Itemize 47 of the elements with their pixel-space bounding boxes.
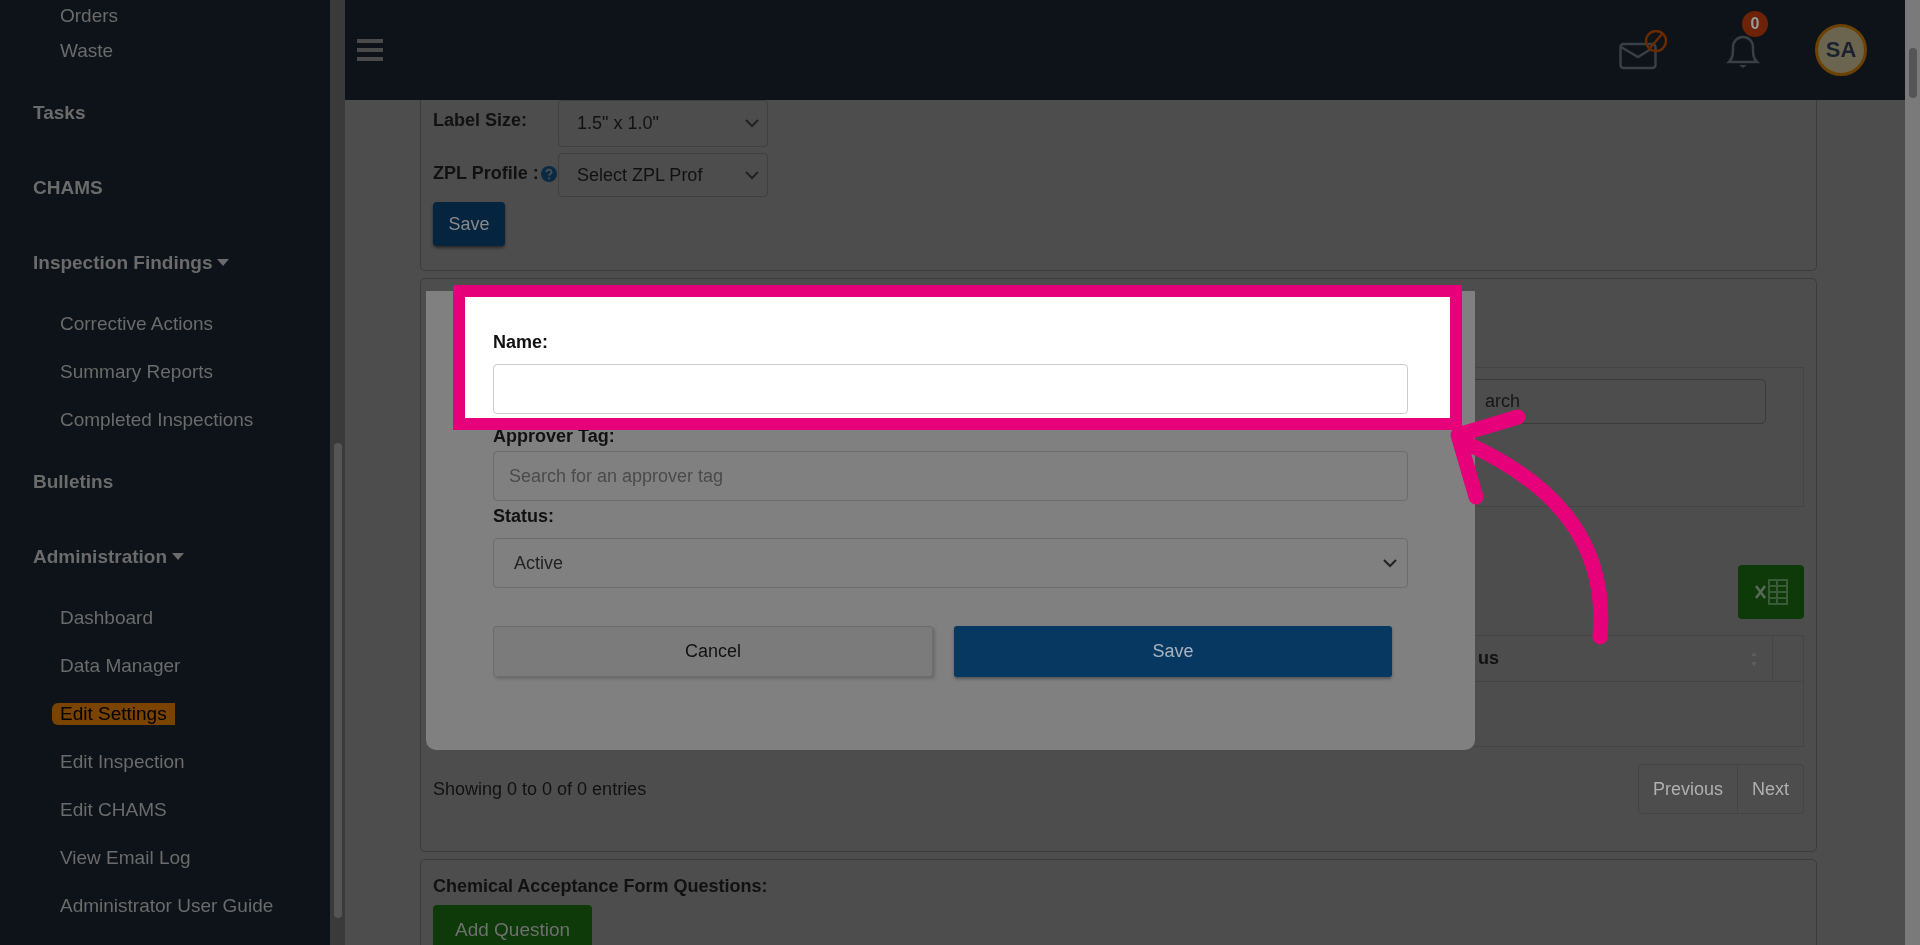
field-label: ZPL Profile : [433, 163, 539, 184]
caret-icon [172, 553, 185, 560]
add-question-button[interactable]: Add Question [433, 905, 593, 945]
sidebar-item[interactable]: Administration [33, 545, 168, 568]
save-button[interactable]: Save [433, 202, 505, 246]
sidebar-item[interactable]: Waste [52, 40, 122, 62]
sidebar-item[interactable]: Orders [52, 5, 127, 27]
scrollbar[interactable] [1905, 0, 1920, 945]
scrollbar[interactable] [330, 0, 345, 945]
sidebar-item[interactable]: Corrective Actions [52, 313, 222, 335]
save-button[interactable]: Save [954, 626, 1392, 677]
sidebar-item[interactable]: Administrator User Guide [52, 895, 282, 917]
sidebar-item[interactable]: Edit Inspection [52, 751, 193, 773]
sidebar-item[interactable]: Inspection Findings [33, 251, 213, 274]
caret-icon [217, 259, 230, 266]
chevron-down-icon [1383, 558, 1397, 568]
menu-icon[interactable] [355, 38, 385, 62]
select-field[interactable]: 1.5" x 1.0" [558, 100, 768, 147]
entries-info: Showing 0 to 0 of 0 entries [433, 778, 648, 800]
user-avatar[interactable]: SA [1815, 24, 1867, 76]
help-icon [540, 165, 557, 182]
sidebar-item[interactable]: Data Manager [52, 655, 189, 677]
select-field[interactable]: Select ZPL Prof [558, 153, 768, 197]
mail-icon[interactable] [1619, 30, 1667, 70]
pagination-button[interactable]: Next [1737, 765, 1803, 813]
column-header[interactable]: us [1478, 648, 1499, 669]
field-label: Name: [493, 332, 550, 354]
sidebar-item[interactable]: Edit CHAMS [52, 799, 175, 821]
excel-export-button[interactable] [1738, 565, 1804, 619]
section-title: Chemical Acceptance Form Questions: [433, 876, 769, 897]
sidebar-item[interactable]: Edit Settings [52, 703, 175, 725]
field-label: Label Size: [433, 110, 528, 131]
spreadsheet-icon [1753, 578, 1789, 606]
sidebar-item[interactable]: Summary Reports [52, 361, 222, 383]
status-select[interactable]: Active [493, 538, 1408, 588]
pagination-button[interactable]: Previous [1638, 765, 1737, 813]
notification-badge: 0 [1742, 11, 1768, 37]
sidebar-item[interactable]: Bulletins [33, 470, 114, 493]
field-label: Status: [493, 506, 555, 528]
sidebar-item[interactable]: Tasks [33, 101, 86, 124]
sidebar-item[interactable]: CHAMS [33, 176, 103, 199]
sidebar-item[interactable]: Dashboard [52, 607, 161, 629]
sidebar-item[interactable]: View Email Log [52, 847, 199, 869]
cancel-button[interactable]: Cancel [493, 626, 933, 677]
chevron-down-icon [745, 170, 759, 180]
sidebar-item[interactable]: Completed Inspections [52, 409, 262, 431]
chevron-down-icon [745, 119, 759, 128]
